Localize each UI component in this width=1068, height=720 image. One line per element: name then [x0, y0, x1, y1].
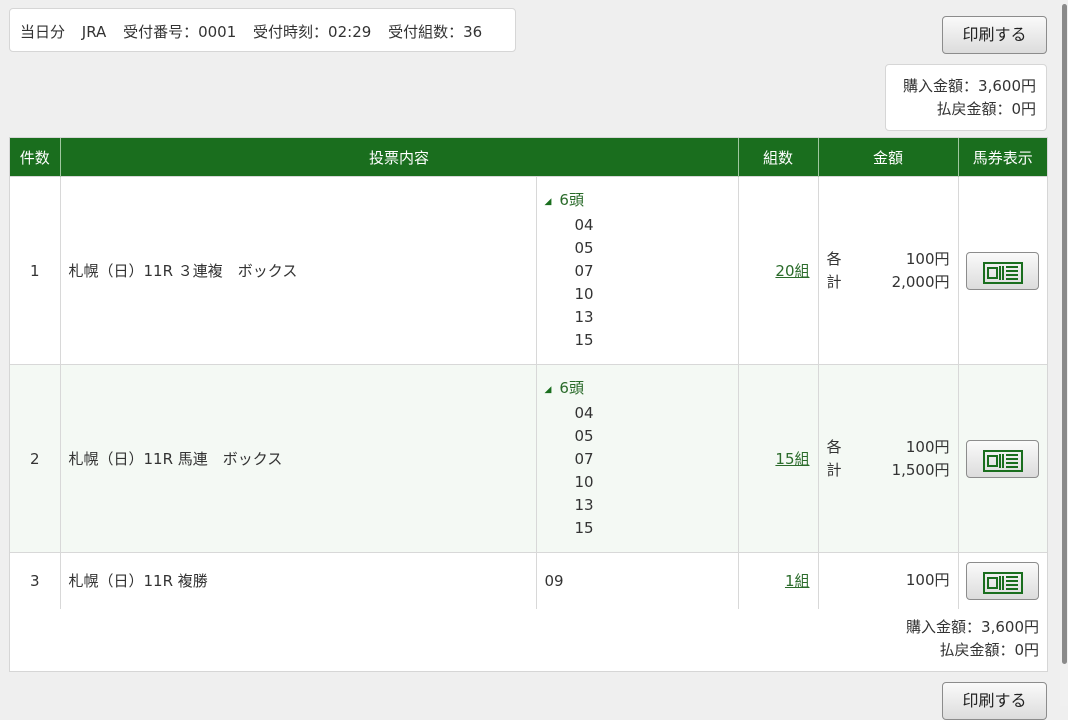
receipt-info-box: 当日分 JRA 受付番号：0001 受付時刻：02:29 受付組数：36	[9, 8, 516, 52]
totals-box-top: 購入金額：3,600円 払戻金額：0円	[885, 64, 1047, 131]
vertical-scrollbar[interactable]	[1060, 0, 1068, 706]
ticket-view-button[interactable]	[966, 561, 1040, 600]
horse-number: 15	[574, 331, 594, 349]
combo-count-link[interactable]: 20組	[775, 262, 809, 280]
amount-cell: 100円	[817, 552, 959, 609]
triangle-expanded-icon: ◢	[544, 385, 552, 395]
table-row: 3 札幌（日）11R 複勝 09 1組 100円	[10, 552, 1048, 609]
receipt-count: 受付組数：36	[388, 23, 483, 41]
horse-number: 04	[574, 404, 594, 422]
each-value: 100円	[905, 437, 950, 456]
receipt-org: JRA	[81, 23, 107, 41]
combo-count-cell: 1組	[737, 552, 819, 609]
each-label: 各	[826, 249, 842, 268]
horse-number: 04	[574, 216, 594, 234]
each-value: 100円	[905, 249, 950, 268]
amount-cell: 各 100円 計 1,500円	[817, 364, 959, 553]
bet-content: 札幌（日）11R 馬連 ボックス	[59, 364, 536, 553]
purchase-amount: 購入金額：3,600円	[903, 77, 1036, 95]
scrollbar-thumb[interactable]	[1062, 4, 1067, 664]
horse-list-toggle[interactable]: ◢ 6頭	[545, 377, 738, 402]
receipt-number: 受付番号：0001	[123, 23, 237, 41]
refund-amount: 払戻金額：0円	[939, 641, 1039, 659]
row-index: 2	[10, 364, 60, 553]
total-value: 2,000円	[891, 272, 950, 291]
ticket-cell	[957, 364, 1048, 553]
bet-content: 札幌（日）11R 複勝	[59, 552, 536, 609]
triangle-expanded-icon: ◢	[544, 197, 552, 207]
bets-table-container: 件数 投票内容 組数 金額 馬券表示 1 札幌（日）11R ３連複 ボックス ◢…	[9, 137, 1048, 672]
combo-count-cell: 15組	[737, 364, 819, 553]
horse-number: 10	[574, 285, 594, 303]
amount-cell: 各 100円 計 2,000円	[817, 176, 959, 365]
ticket-view-button[interactable]	[966, 251, 1040, 290]
purchase-amount: 購入金額：3,600円	[906, 618, 1039, 636]
horse-number: 05	[574, 239, 594, 257]
row-index: 1	[10, 176, 60, 365]
total-label: 計	[826, 460, 842, 479]
ticket-view-button[interactable]	[966, 439, 1040, 478]
horse-list: ◢ 6頭 04 05 07 10 13 15	[535, 176, 739, 365]
horse-number: 15	[574, 519, 594, 537]
ticket-cell	[957, 176, 1048, 365]
table-row: 1 札幌（日）11R ３連複 ボックス ◢ 6頭 04 05 07 10 13 1…	[10, 176, 1048, 365]
print-button-bottom[interactable]: 印刷する	[942, 682, 1047, 720]
col-header-content: 投票内容	[59, 138, 739, 177]
total-value: 1,500円	[891, 460, 950, 479]
ticket-icon	[982, 449, 1023, 472]
row-index: 3	[10, 552, 60, 609]
horse-number: 13	[574, 496, 594, 514]
horse-number: 05	[574, 427, 594, 445]
ticket-cell	[957, 552, 1048, 609]
horse-number: 07	[574, 262, 594, 280]
col-header-amount: 金額	[817, 138, 959, 177]
refund-amount: 払戻金額：0円	[936, 100, 1036, 118]
total-label: 計	[826, 272, 842, 291]
ticket-icon	[982, 261, 1023, 284]
print-button-top[interactable]: 印刷する	[942, 16, 1047, 54]
horse-number: 13	[574, 308, 594, 326]
horse-number: 07	[574, 450, 594, 468]
receipt-time: 受付時刻：02:29	[253, 23, 372, 41]
bet-content: 札幌（日）11R ３連複 ボックス	[59, 176, 536, 365]
each-label: 各	[826, 437, 842, 456]
horse-number: 09	[535, 552, 739, 609]
col-header-combos: 組数	[737, 138, 819, 177]
horse-number: 10	[574, 473, 594, 491]
combo-count-link[interactable]: 1組	[785, 572, 810, 590]
horse-list-toggle[interactable]: ◢ 6頭	[545, 189, 738, 214]
ticket-icon	[982, 571, 1023, 594]
bets-table: 件数 投票内容 組数 金額 馬券表示 1 札幌（日）11R ３連複 ボックス ◢…	[10, 138, 1048, 609]
combo-count-link[interactable]: 15組	[775, 450, 809, 468]
col-header-ticket: 馬券表示	[957, 138, 1048, 177]
col-header-count: 件数	[10, 138, 60, 177]
table-row: 2 札幌（日）11R 馬連 ボックス ◢ 6頭 04 05 07 10 13 15…	[10, 364, 1048, 553]
horse-list: ◢ 6頭 04 05 07 10 13 15	[535, 364, 739, 553]
receipt-day: 当日分	[20, 23, 66, 41]
totals-footer: 購入金額：3,600円 払戻金額：0円	[906, 616, 1039, 662]
combo-count-cell: 20組	[737, 176, 819, 365]
